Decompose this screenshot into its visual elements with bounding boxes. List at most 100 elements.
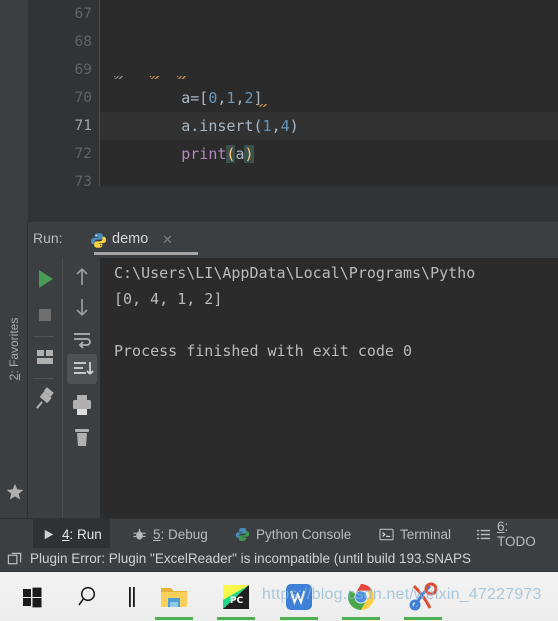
file-explorer-button[interactable] bbox=[155, 578, 193, 616]
bottom-tab-python-console[interactable]: Python Console bbox=[227, 519, 359, 549]
bottom-tab-run-label: : Run bbox=[69, 526, 102, 542]
file-explorer-running-indicator bbox=[155, 617, 193, 620]
console-line-1: [0, 4, 1, 2] bbox=[114, 290, 223, 308]
status-message[interactable]: Plugin Error: Plugin "ExcelReader" is in… bbox=[30, 551, 471, 566]
wps-running-indicator bbox=[280, 617, 318, 620]
play-icon bbox=[39, 270, 53, 288]
snipping-tool-running-indicator bbox=[404, 617, 442, 620]
search-icon bbox=[78, 586, 96, 606]
status-bar: Plugin Error: Plugin "ExcelReader" is in… bbox=[0, 548, 558, 572]
bottom-tab-debug[interactable]: 5: Debug bbox=[124, 519, 216, 549]
line-number-69: 69 bbox=[74, 62, 92, 78]
pin-tab-button[interactable] bbox=[30, 384, 60, 414]
code-token-arg-1: 4 bbox=[280, 117, 290, 135]
arrow-down-icon bbox=[76, 299, 88, 316]
stop-icon bbox=[39, 309, 51, 321]
line-number-67: 67 bbox=[74, 6, 92, 22]
python-icon bbox=[91, 233, 106, 248]
console-line-0: C:\Users\LI\AppData\Local\Programs\Pytho bbox=[114, 264, 476, 282]
star-icon bbox=[6, 483, 24, 500]
editor-gap-strip bbox=[28, 186, 558, 222]
stop-button[interactable] bbox=[30, 300, 60, 330]
folder-icon bbox=[161, 588, 187, 607]
bottom-tab-terminal-label: Terminal bbox=[400, 526, 452, 542]
task-view-icon bbox=[129, 587, 135, 607]
scroll-to-end-button[interactable] bbox=[67, 354, 97, 384]
code-token-arg-0: 1 bbox=[262, 117, 272, 135]
active-tab-indicator bbox=[94, 252, 198, 255]
rerun-button[interactable] bbox=[30, 264, 60, 294]
run-tool-window: Run: demo ✕ C:\Users\LI\AppData\Local\Pr… bbox=[28, 222, 558, 518]
left-tool-window-bar[interactable]: 2: Favorites bbox=[0, 222, 28, 518]
up-button[interactable] bbox=[67, 262, 97, 292]
bottom-tab-todo-number: 6 bbox=[497, 519, 505, 534]
favorites-shortcut-number: 2 bbox=[7, 373, 21, 381]
bottom-tool-window-bar: 4: Run 5: Debug Python Console Terminal … bbox=[0, 518, 558, 549]
bottom-tab-debug-number: 5 bbox=[153, 526, 161, 542]
bottom-tab-debug-label: : Debug bbox=[160, 526, 208, 542]
run-console-output[interactable]: C:\Users\LI\AppData\Local\Programs\Pytho… bbox=[100, 258, 558, 518]
code-token-paren-close: ) bbox=[289, 117, 299, 135]
svg-text:PC: PC bbox=[230, 596, 244, 606]
pycharm-running-indicator bbox=[217, 617, 255, 620]
inspection-squiggle-a bbox=[114, 76, 123, 80]
line-number-71: 71 bbox=[74, 118, 92, 134]
close-icon[interactable]: ✕ bbox=[162, 232, 173, 248]
down-button[interactable] bbox=[67, 292, 97, 322]
run-window-label: Run: bbox=[33, 230, 63, 246]
play-icon bbox=[44, 529, 54, 539]
pycharm-window: 67 68 69 70 71 72 73 a=[0,1,2] a.insert(… bbox=[0, 0, 558, 621]
console-line-3: Process finished with exit code 0 bbox=[114, 342, 413, 360]
arrow-up-icon bbox=[76, 268, 88, 285]
pycharm-icon: PC bbox=[223, 585, 249, 609]
python-icon bbox=[235, 527, 250, 541]
pycharm-button[interactable]: PC bbox=[217, 578, 255, 616]
line-number-68: 68 bbox=[74, 34, 92, 50]
code-text-area[interactable]: a=[0,1,2] a.insert(1,4) print(a) bbox=[100, 0, 558, 186]
task-view-button[interactable] bbox=[113, 578, 151, 616]
bug-icon bbox=[133, 528, 146, 540]
line-number-70: 70 bbox=[74, 90, 92, 106]
favorites-label: : Favorites bbox=[7, 317, 21, 374]
line-number-72: 72 bbox=[74, 146, 92, 162]
run-toolbar-left bbox=[28, 258, 62, 518]
list-icon bbox=[476, 529, 491, 539]
watermark-url: https://blog.csdn.net/weixin_47227973 bbox=[262, 586, 542, 603]
code-token-print: print bbox=[181, 145, 227, 163]
code-editor[interactable]: 67 68 69 70 71 72 73 a=[0,1,2] a.insert(… bbox=[0, 0, 558, 190]
bottom-tab-todo[interactable]: 6: TODO bbox=[468, 519, 558, 549]
layout-icon bbox=[37, 350, 53, 364]
windows-logo-icon bbox=[23, 587, 42, 608]
pin-icon bbox=[36, 387, 54, 409]
chrome-running-indicator bbox=[342, 617, 380, 620]
trash-icon bbox=[75, 429, 89, 446]
scroll-end-icon bbox=[74, 362, 94, 375]
bottom-tab-python-console-label: Python Console bbox=[256, 526, 352, 542]
line-number-gutter[interactable]: 67 68 69 70 71 72 73 bbox=[28, 0, 100, 190]
clear-all-button[interactable] bbox=[67, 422, 97, 452]
soft-wrap-icon bbox=[74, 333, 91, 349]
run-toolbar-right bbox=[62, 258, 100, 518]
code-line-71: print(a) bbox=[109, 112, 254, 196]
inspection-squiggle-2 bbox=[177, 76, 186, 80]
code-token-comma-3: , bbox=[271, 117, 281, 135]
inspection-squiggle-1 bbox=[150, 76, 159, 80]
inspection-squiggle-3 bbox=[258, 104, 267, 108]
bottom-tab-run-number: 4 bbox=[62, 526, 70, 542]
bottom-tab-run[interactable]: 4: Run bbox=[33, 519, 110, 549]
run-tool-window-header: Run: demo ✕ bbox=[28, 222, 558, 258]
search-button[interactable] bbox=[71, 578, 109, 616]
toolbar-divider-2 bbox=[33, 378, 54, 379]
run-tab-title: demo bbox=[112, 231, 149, 247]
print-button[interactable] bbox=[67, 390, 97, 420]
bottom-tab-terminal[interactable]: Terminal bbox=[371, 519, 459, 549]
window-icon[interactable] bbox=[7, 552, 22, 567]
layout-button[interactable] bbox=[30, 342, 60, 372]
start-button[interactable] bbox=[13, 578, 51, 616]
editor-gap-left bbox=[0, 186, 28, 222]
soft-wrap-button[interactable] bbox=[67, 324, 97, 354]
editor-left-strip bbox=[0, 0, 28, 186]
printer-icon bbox=[73, 395, 91, 415]
favorites-tool-button[interactable]: 2: Favorites bbox=[7, 299, 21, 399]
terminal-icon bbox=[379, 528, 394, 540]
